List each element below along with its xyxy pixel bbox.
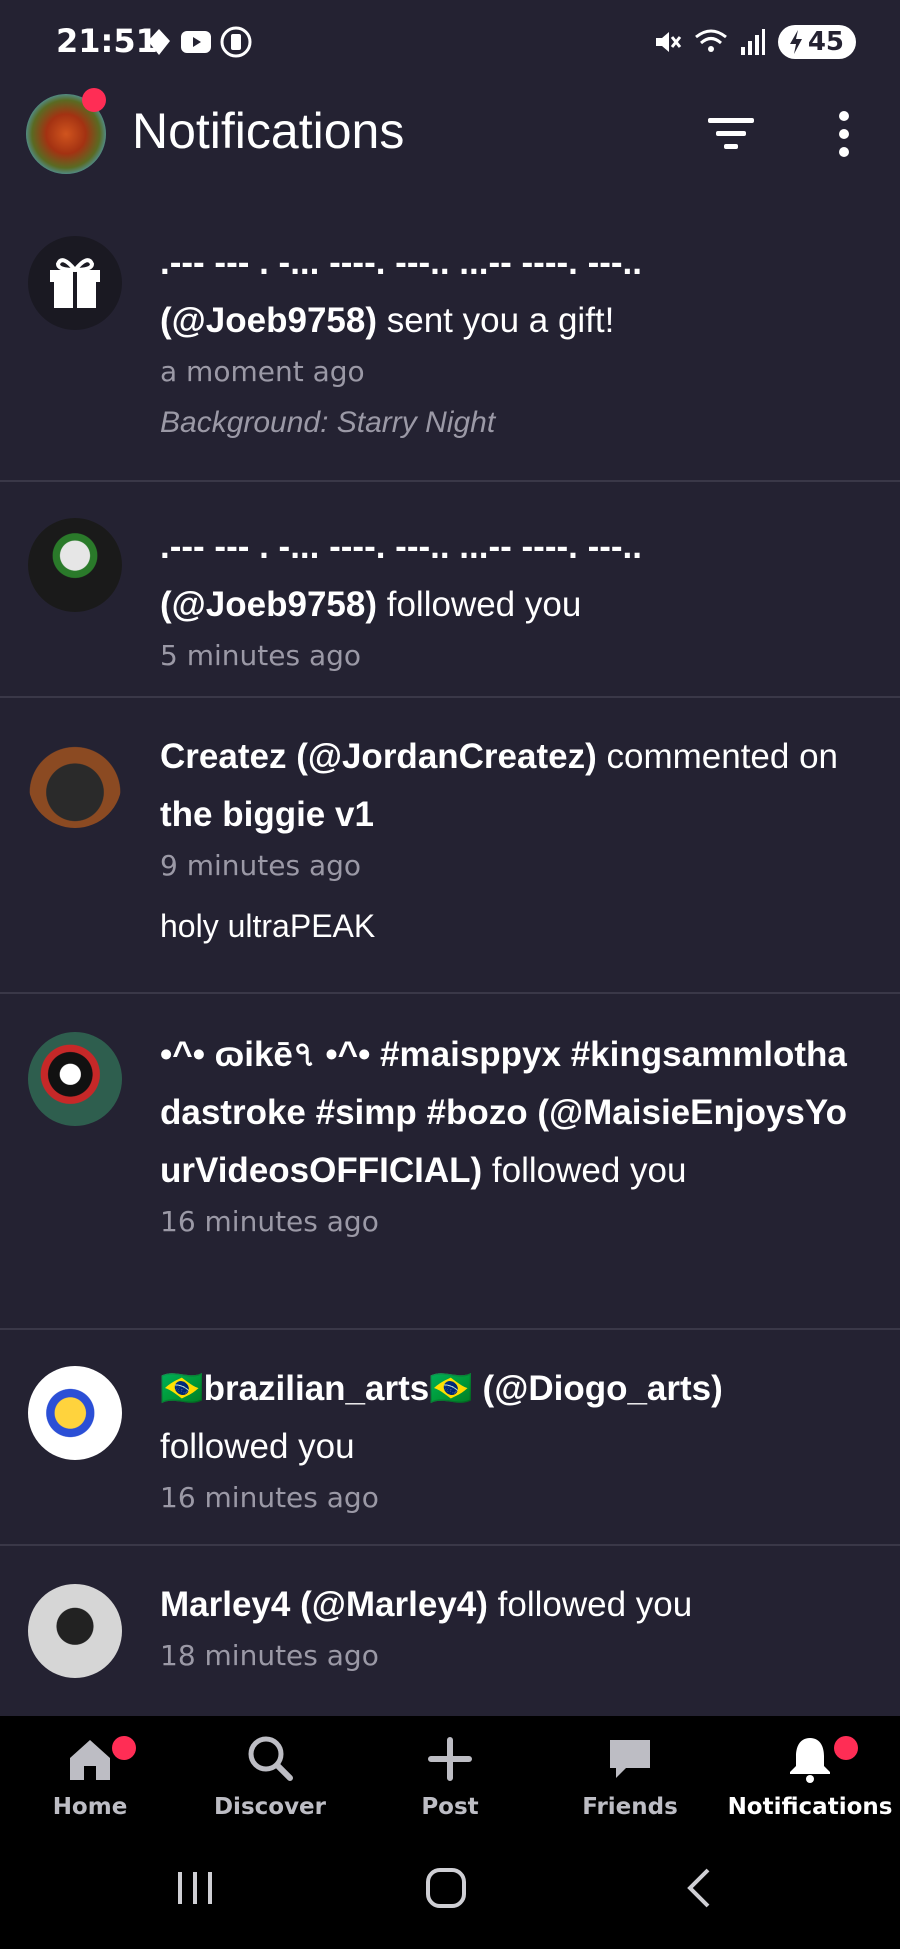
- notification-time: 9 minutes ago: [160, 849, 362, 882]
- nav-post[interactable]: Post: [360, 1716, 540, 1832]
- plus-icon: [428, 1737, 472, 1781]
- notification-item[interactable]: .--- --- . -... ----. ---.. ...-- ----. …: [0, 482, 900, 698]
- nav-friends[interactable]: Friends: [540, 1716, 720, 1832]
- home-button[interactable]: [424, 1866, 468, 1910]
- notification-time: 5 minutes ago: [160, 639, 362, 672]
- notification-time: 16 minutes ago: [160, 1481, 379, 1514]
- gift-detail: Background: Starry Night: [160, 406, 496, 439]
- notification-action: followed you: [160, 1427, 355, 1466]
- battery-level: 45: [807, 27, 844, 57]
- comment-target[interactable]: the biggie v1: [160, 795, 374, 834]
- nav-notifications[interactable]: Notifications: [720, 1716, 900, 1832]
- notification-time: 16 minutes ago: [160, 1205, 379, 1238]
- home-badge: [112, 1736, 136, 1760]
- user-handle[interactable]: (@Diogo_arts): [483, 1369, 723, 1408]
- bell-icon: [790, 1738, 830, 1783]
- user-handle[interactable]: (@JordanCreatez): [296, 737, 597, 776]
- nav-home[interactable]: Home: [0, 1716, 180, 1832]
- app-icon: [220, 26, 252, 58]
- notification-text: 🇧🇷brazilian_arts🇧🇷 (@Diogo_arts) followe…: [160, 1360, 860, 1476]
- filter-icon[interactable]: [706, 112, 758, 156]
- notification-item[interactable]: 🇧🇷brazilian_arts🇧🇷 (@Diogo_arts) followe…: [0, 1330, 900, 1546]
- notification-time: 18 minutes ago: [160, 1639, 379, 1672]
- notification-text: .--- --- . -... ----. ---.. ...-- ----. …: [160, 518, 860, 634]
- bottom-navigation: Home Discover Post Friends Notifications: [0, 1716, 900, 1832]
- user-avatar[interactable]: [28, 1032, 122, 1126]
- user-name[interactable]: 🇧🇷brazilian_arts🇧🇷: [160, 1369, 473, 1408]
- notification-text: Createz (@JordanCreatez) commented on th…: [160, 728, 860, 844]
- recents-button[interactable]: [172, 1868, 218, 1908]
- page-title: Notifications: [132, 103, 405, 159]
- nav-label: Notifications: [727, 1794, 893, 1820]
- nav-discover[interactable]: Discover: [180, 1716, 360, 1832]
- system-navigation: [0, 1832, 900, 1949]
- notification-item[interactable]: •^• ɷikē৭ •^• #maisppyx #kingsammlothada…: [0, 994, 900, 1330]
- notification-text: .--- --- . -... ----. ---.. ...-- ----. …: [160, 234, 860, 350]
- user-name[interactable]: .--- --- . -... ----. ---.. ...-- ----. …: [160, 527, 642, 566]
- battery-indicator: 45: [777, 25, 856, 59]
- user-avatar[interactable]: [28, 1366, 122, 1460]
- status-time: 21:51: [56, 22, 158, 60]
- user-name[interactable]: Createz: [160, 737, 286, 776]
- notifications-badge: [834, 1736, 858, 1760]
- user-name[interactable]: .--- --- . -... ----. ---.. ...-- ----. …: [160, 243, 642, 282]
- location-icon: [148, 29, 170, 55]
- notification-action: followed you: [386, 585, 582, 624]
- more-options-icon[interactable]: [826, 108, 862, 160]
- signal-icon: [740, 29, 765, 55]
- notification-text: •^• ɷikē৭ •^• #maisppyx #kingsammlothada…: [160, 1026, 860, 1200]
- user-handle[interactable]: (@Marley4): [300, 1585, 488, 1624]
- wifi-icon: [694, 29, 727, 52]
- nav-label: Friends: [582, 1794, 678, 1820]
- notification-time: a moment ago: [160, 355, 365, 388]
- user-avatar[interactable]: [28, 518, 122, 612]
- notification-list: .--- --- . -... ----. ---.. ...-- ----. …: [0, 200, 900, 1746]
- avatar-badge: [82, 88, 106, 112]
- user-handle[interactable]: (@Joeb9758): [160, 585, 377, 624]
- status-bar: 21:51 45: [0, 0, 900, 84]
- chat-icon: [610, 1740, 650, 1778]
- notification-action: followed you: [497, 1585, 693, 1624]
- comment-text: holy ultraPEAK: [160, 908, 376, 944]
- nav-label: Home: [52, 1794, 128, 1820]
- notification-text: Marley4 (@Marley4) followed you: [160, 1576, 860, 1634]
- app-header: Notifications: [0, 84, 900, 184]
- gift-avatar[interactable]: [28, 236, 122, 330]
- youtube-icon: [181, 31, 211, 53]
- mute-icon: [655, 32, 681, 52]
- user-handle[interactable]: (@Joeb9758): [160, 301, 377, 340]
- user-avatar[interactable]: [28, 734, 122, 828]
- back-button[interactable]: [684, 1866, 714, 1910]
- user-name[interactable]: Marley4: [160, 1585, 290, 1624]
- nav-label: Post: [421, 1794, 479, 1820]
- notification-action: followed you: [491, 1151, 687, 1190]
- nav-label: Discover: [213, 1794, 327, 1820]
- notification-item[interactable]: .--- --- . -... ----. ---.. ...-- ----. …: [0, 200, 900, 482]
- gift-icon: [50, 258, 100, 308]
- home-icon: [70, 1740, 110, 1780]
- notification-item[interactable]: Createz (@JordanCreatez) commented on th…: [0, 698, 900, 994]
- notification-action: commented on: [606, 737, 839, 776]
- notification-action: sent you a gift!: [386, 301, 615, 340]
- search-icon: [248, 1736, 293, 1781]
- charging-icon: [789, 30, 802, 54]
- user-avatar[interactable]: [28, 1584, 122, 1678]
